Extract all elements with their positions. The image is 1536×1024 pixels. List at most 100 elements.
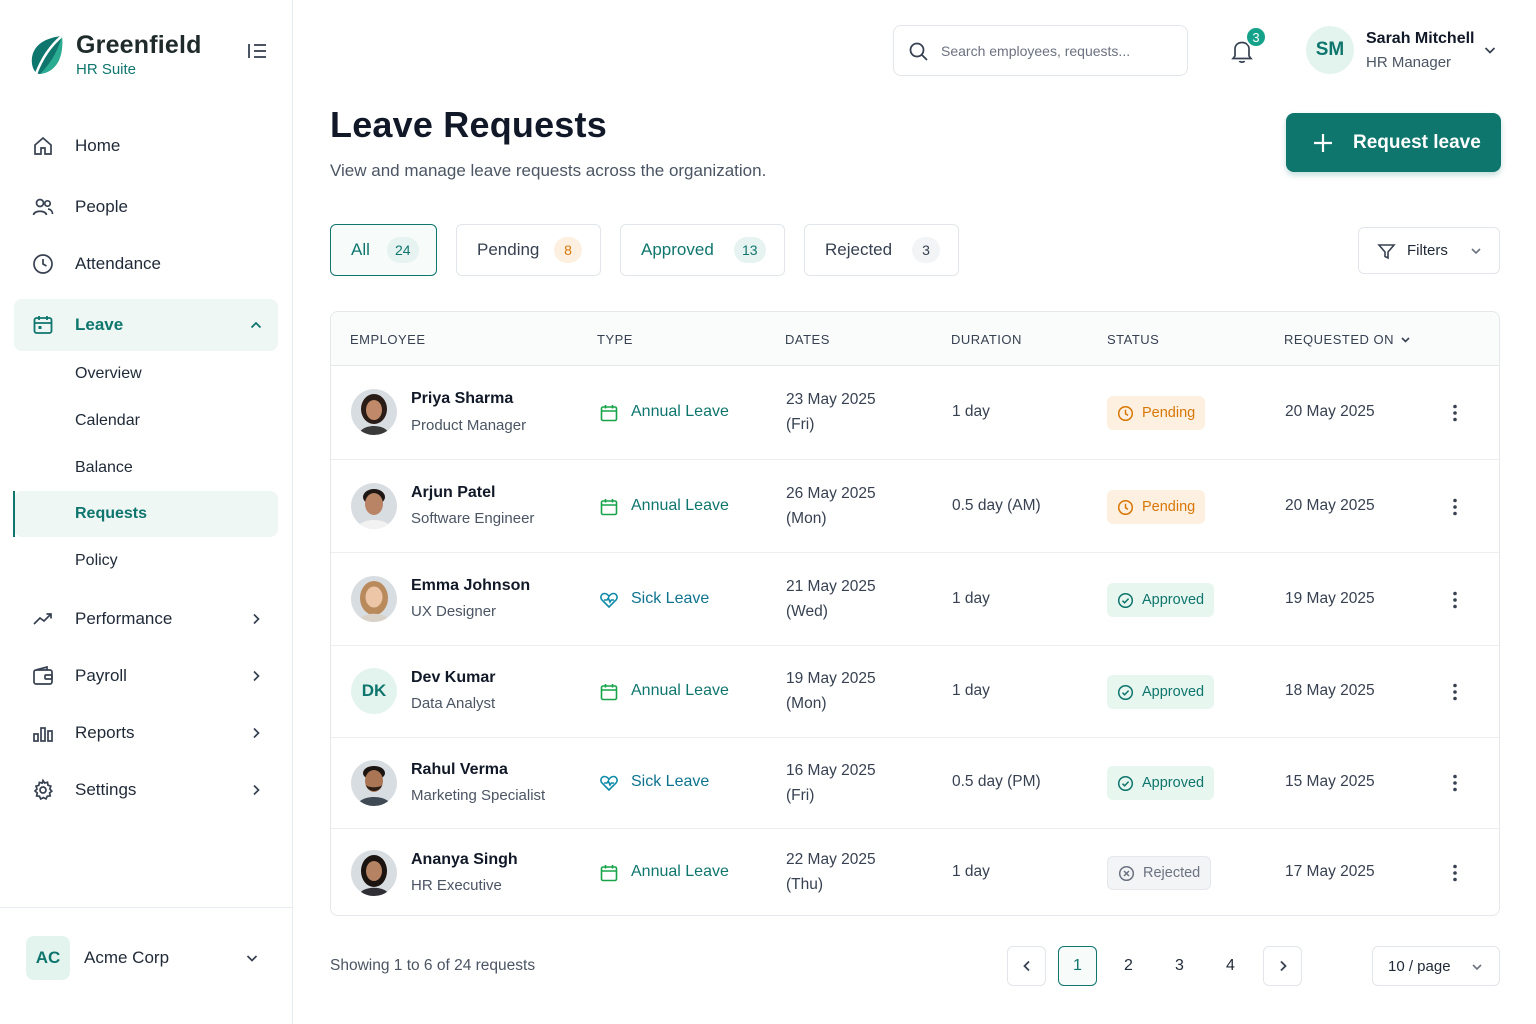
tab-all[interactable]: All 24 bbox=[330, 224, 437, 276]
sidebar-item-label: Home bbox=[75, 136, 121, 155]
column-header-requested-on[interactable]: REQUESTED ON bbox=[1284, 332, 1394, 347]
sidebar-subitem-policy[interactable]: Policy bbox=[14, 538, 278, 584]
prev-page-button[interactable] bbox=[1007, 946, 1046, 986]
page-size-select[interactable]: 10 / page bbox=[1372, 946, 1500, 986]
collapse-sidebar-icon[interactable] bbox=[245, 40, 269, 62]
table-header: EMPLOYEE TYPE DATES DURATION STATUS REQU… bbox=[331, 312, 1499, 366]
chevron-right-icon bbox=[1279, 960, 1287, 972]
sidebar-item-payroll[interactable]: Payroll bbox=[14, 650, 278, 702]
status-label: Rejected bbox=[1143, 865, 1201, 881]
sidebar-subitem-label: Calendar bbox=[75, 412, 140, 429]
status-badge: Approved bbox=[1107, 675, 1215, 709]
leave-duration: 0.5 day (AM) bbox=[952, 497, 1041, 514]
clock-icon bbox=[33, 254, 53, 274]
more-options-icon[interactable] bbox=[1445, 682, 1465, 702]
tab-pending[interactable]: Pending 8 bbox=[456, 224, 601, 276]
employee-name[interactable]: Emma Johnson bbox=[411, 577, 530, 595]
user-role: HR Manager bbox=[1366, 54, 1452, 71]
sidebar-item-people[interactable]: People bbox=[14, 181, 278, 233]
sidebar-item-home[interactable]: Home bbox=[14, 120, 278, 172]
leave-day: (Mon) bbox=[786, 510, 827, 527]
search-box[interactable] bbox=[893, 25, 1188, 76]
employee-name[interactable]: Arjun Patel bbox=[411, 484, 495, 502]
sidebar: Greenfield HR Suite Home People Attendan… bbox=[0, 0, 293, 1024]
more-options-icon[interactable] bbox=[1445, 773, 1465, 793]
more-options-icon[interactable] bbox=[1445, 497, 1465, 517]
status-label: Pending bbox=[1142, 405, 1196, 421]
more-options-icon[interactable] bbox=[1445, 403, 1465, 423]
wallet-icon bbox=[33, 665, 53, 685]
sidebar-item-performance[interactable]: Performance bbox=[14, 593, 278, 645]
column-header-dates: DATES bbox=[785, 332, 830, 347]
status-label: Approved bbox=[1142, 775, 1205, 791]
tab-label: Rejected bbox=[825, 240, 893, 259]
page-button-4[interactable]: 4 bbox=[1211, 946, 1250, 986]
more-options-icon[interactable] bbox=[1445, 590, 1465, 610]
tab-count-badge: 24 bbox=[387, 237, 419, 263]
page-button-3[interactable]: 3 bbox=[1160, 946, 1199, 986]
leave-type: Sick Leave bbox=[631, 773, 710, 790]
sidebar-subitem-requests[interactable]: Requests bbox=[14, 491, 278, 537]
chevron-right-icon bbox=[253, 727, 260, 739]
sidebar-subitem-overview[interactable]: Overview bbox=[14, 351, 278, 397]
sidebar-subitem-balance[interactable]: Balance bbox=[14, 445, 278, 491]
leave-duration: 1 day bbox=[952, 403, 990, 420]
sort-chevron-down-icon[interactable] bbox=[1399, 333, 1412, 346]
leave-requests-table: EMPLOYEE TYPE DATES DURATION STATUS REQU… bbox=[330, 311, 1500, 916]
sidebar-item-attendance[interactable]: Attendance bbox=[14, 238, 278, 290]
more-options-icon[interactable] bbox=[1445, 863, 1465, 883]
status-badge: Approved bbox=[1107, 766, 1215, 800]
leave-day: (Mon) bbox=[786, 695, 827, 712]
home-icon bbox=[34, 136, 52, 155]
page-size-value: 10 / page bbox=[1388, 958, 1451, 975]
check-circle-icon bbox=[1117, 775, 1134, 791]
brand[interactable]: Greenfield HR Suite bbox=[28, 30, 202, 80]
avatar bbox=[351, 576, 397, 622]
leave-duration: 1 day bbox=[952, 682, 990, 699]
employee-name[interactable]: Priya Sharma bbox=[411, 390, 513, 408]
page-button-1[interactable]: 1 bbox=[1058, 946, 1097, 986]
sidebar-item-leave[interactable]: Leave bbox=[14, 299, 278, 351]
leave-type: Annual Leave bbox=[631, 497, 729, 514]
filters-button[interactable]: Filters bbox=[1358, 227, 1500, 274]
tab-rejected[interactable]: Rejected 3 bbox=[804, 224, 959, 276]
leave-type: Sick Leave bbox=[631, 590, 710, 607]
employee-name[interactable]: Rahul Verma bbox=[411, 761, 508, 779]
people-icon bbox=[32, 198, 54, 216]
status-label: Pending bbox=[1142, 499, 1196, 515]
user-menu[interactable]: SM Sarah Mitchell HR Manager bbox=[1306, 26, 1502, 76]
table-row[interactable]: Ananya Singh HR Executive Annual Leave 2… bbox=[331, 829, 1499, 915]
avatar bbox=[351, 389, 397, 435]
avatar: DK bbox=[351, 668, 397, 714]
employee-name[interactable]: Dev Kumar bbox=[411, 669, 495, 687]
table-row[interactable]: Priya Sharma Product Manager Annual Leav… bbox=[331, 366, 1499, 460]
org-switcher[interactable]: AC Acme Corp bbox=[26, 936, 270, 980]
employee-name[interactable]: Ananya Singh bbox=[411, 851, 518, 869]
table-row[interactable]: DK Dev Kumar Data Analyst Annual Leave 1… bbox=[331, 646, 1499, 738]
employee-role: Data Analyst bbox=[411, 695, 496, 712]
brand-text: Greenfield HR Suite bbox=[76, 30, 202, 80]
sidebar-item-reports[interactable]: Reports bbox=[14, 707, 278, 759]
user-name: Sarah Mitchell bbox=[1366, 30, 1475, 47]
table-row[interactable]: Arjun Patel Software Engineer Annual Lea… bbox=[331, 460, 1499, 553]
column-header-employee: EMPLOYEE bbox=[350, 332, 426, 347]
request-leave-label: Request leave bbox=[1353, 131, 1481, 153]
avatar: SM bbox=[1306, 26, 1354, 74]
avatar bbox=[351, 760, 397, 806]
table-row[interactable]: Rahul Verma Marketing Specialist Sick Le… bbox=[331, 738, 1499, 829]
tab-approved[interactable]: Approved 13 bbox=[620, 224, 785, 276]
sidebar-subitem-calendar[interactable]: Calendar bbox=[14, 398, 278, 444]
leave-date: 22 May 2025 bbox=[786, 851, 876, 868]
page-button-2[interactable]: 2 bbox=[1109, 946, 1148, 986]
sidebar-item-label: Attendance bbox=[75, 254, 162, 273]
sidebar-item-settings[interactable]: Settings bbox=[14, 764, 278, 816]
search-input[interactable] bbox=[941, 36, 1176, 66]
request-leave-button[interactable]: Request leave bbox=[1286, 113, 1501, 172]
sidebar-subitem-label: Requests bbox=[75, 505, 148, 522]
clock-icon bbox=[1117, 405, 1134, 421]
tab-count-badge: 8 bbox=[554, 237, 582, 263]
employee-role: Software Engineer bbox=[411, 510, 535, 527]
next-page-button[interactable] bbox=[1263, 946, 1302, 986]
table-row[interactable]: Emma Johnson UX Designer Sick Leave 21 M… bbox=[331, 553, 1499, 646]
org-name: Acme Corp bbox=[84, 948, 170, 967]
